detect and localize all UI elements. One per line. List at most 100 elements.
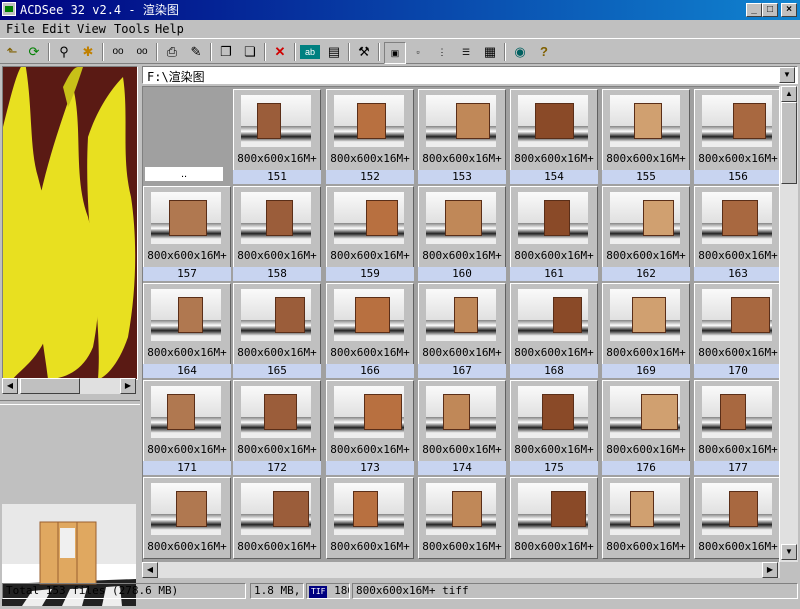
horizontal-scrollbar[interactable]: ◀ ▶: [142, 562, 780, 578]
thumbnail-frame[interactable]: 800x600x16M+: [326, 477, 414, 559]
thumbnail-item[interactable]: 800x600x16M+ 166: [326, 283, 414, 378]
close-button[interactable]: ×: [781, 3, 797, 17]
thumbnail-frame[interactable]: 800x600x16M+: [694, 186, 779, 268]
thumbnail-filename[interactable]: 154: [510, 170, 598, 184]
thumbnail-frame[interactable]: 800x600x16M+: [418, 380, 506, 462]
thumbnail-frame[interactable]: 800x600x16M+: [510, 380, 598, 462]
preview-hscroll-thumb[interactable]: [20, 378, 80, 394]
thumbnail-frame[interactable]: 800x600x16M+: [233, 89, 321, 171]
preview-hscroll-track[interactable]: [18, 378, 120, 394]
thumbnail-item[interactable]: 800x600x16M+ 165: [233, 283, 321, 378]
thumbnail-item[interactable]: 800x600x16M+ 176: [602, 380, 690, 475]
thumbnail-frame[interactable]: 800x600x16M+: [510, 89, 598, 171]
find-icon[interactable]: ⚲: [54, 42, 74, 62]
thumbnail-frame[interactable]: 800x600x16M+: [602, 186, 690, 268]
copy-icon[interactable]: ❐: [216, 42, 236, 62]
app-icon[interactable]: [2, 2, 16, 16]
thumbnail-item[interactable]: 800x600x16M+ 172: [233, 380, 321, 475]
refresh-icon[interactable]: ⟳: [24, 42, 44, 62]
thumbnail-filename[interactable]: 172: [233, 461, 321, 475]
list-view-icon[interactable]: ⋮: [432, 42, 452, 62]
title-bar[interactable]: ACDSee 32 v2.4 - 渲染图 _ □ ×: [0, 0, 800, 20]
thumbnail-frame[interactable]: 800x600x16M+: [602, 477, 690, 559]
details-view-icon[interactable]: ☰: [456, 42, 476, 62]
thumbnail-filename[interactable]: 157: [143, 267, 231, 281]
thumbnail-filename[interactable]: 163: [694, 267, 779, 281]
thumbnail-filename[interactable]: 153: [418, 170, 506, 184]
view-icon[interactable]: oo: [108, 42, 128, 62]
preview-scroll-right[interactable]: ▶: [120, 378, 136, 394]
thumbnail-item[interactable]: 800x600x16M+ 160: [418, 186, 506, 281]
thumbnail-frame[interactable]: 800x600x16M+: [326, 186, 414, 268]
print-icon[interactable]: ⎙: [162, 42, 182, 62]
thumbnail-item[interactable]: 800x600x16M+ 177: [694, 380, 779, 475]
thumbnail-frame[interactable]: 800x600x16M+: [143, 186, 231, 268]
thumbnail-frame[interactable]: 800x600x16M+: [418, 283, 506, 365]
paste-icon[interactable]: ❏: [240, 42, 260, 62]
thumbnail-frame[interactable]: 800x600x16M+: [143, 380, 231, 462]
path-dropdown-button[interactable]: ▼: [779, 67, 795, 83]
thumbnail-item[interactable]: 800x600x16M+: [143, 477, 231, 563]
thumbnail-filename[interactable]: 164: [143, 364, 231, 378]
tools-icon[interactable]: ⚒: [354, 42, 374, 62]
thumbnail-frame[interactable]: 800x600x16M+: [510, 477, 598, 559]
thumbnail-filename[interactable]: 169: [602, 364, 690, 378]
thumbnail-item[interactable]: 800x600x16M+ 174: [418, 380, 506, 475]
thumbnail-frame[interactable]: 800x600x16M+: [326, 89, 414, 171]
thumbnail-item[interactable]: 800x600x16M+: [418, 477, 506, 563]
thumbnail-filename[interactable]: 174: [418, 461, 506, 475]
thumbnail-filename[interactable]: 175: [510, 461, 598, 475]
thumbnail-item[interactable]: 800x600x16M+ 156: [694, 89, 779, 184]
thumbnail-frame[interactable]: 800x600x16M+: [143, 283, 231, 365]
thumbnail-filename[interactable]: 167: [418, 364, 506, 378]
vscroll-thumb[interactable]: [781, 102, 797, 184]
thumbnail-frame[interactable]: 800x600x16M+: [233, 380, 321, 462]
thumbnail-item[interactable]: 800x600x16M+: [233, 477, 321, 563]
thumbnail-item[interactable]: 800x600x16M+: [602, 477, 690, 563]
thumbnail-frame[interactable]: 800x600x16M+: [233, 477, 321, 559]
thumbnail-item[interactable]: 800x600x16M+ 173: [326, 380, 414, 475]
menu-view[interactable]: View: [77, 22, 106, 36]
panel-splitter[interactable]: [0, 400, 140, 405]
thumbnail-item[interactable]: 800x600x16M+ 154: [510, 89, 598, 184]
select-icon[interactable]: ✱: [78, 42, 98, 62]
thumbnail-frame[interactable]: 800x600x16M+: [694, 283, 779, 365]
rename-icon[interactable]: ab: [300, 45, 320, 59]
thumbnail-item[interactable]: 800x600x16M+ 164: [143, 283, 231, 378]
thumbnail-item[interactable]: 800x600x16M+ 171: [143, 380, 231, 475]
menu-file[interactable]: File: [6, 22, 35, 36]
thumbnail-item[interactable]: 800x600x16M+ 169: [602, 283, 690, 378]
thumbnail-frame[interactable]: 800x600x16M+: [326, 380, 414, 462]
thumbnail-filename[interactable]: 162: [602, 267, 690, 281]
thumbnail-filename[interactable]: 152: [326, 170, 414, 184]
path-bar[interactable]: F:\渲染图 ▼: [142, 66, 798, 84]
thumbnail-item[interactable]: 800x600x16M+ 151: [233, 89, 321, 184]
desktop-icon[interactable]: ◉: [510, 42, 530, 62]
thumbnail-item[interactable]: 800x600x16M+ 152: [326, 89, 414, 184]
thumbnail-filename[interactable]: 155: [602, 170, 690, 184]
compare-icon[interactable]: oo: [132, 42, 152, 62]
thumbnail-frame[interactable]: 800x600x16M+: [602, 283, 690, 365]
large-icon-view-icon[interactable]: ▫: [408, 42, 428, 62]
grid-view-icon[interactable]: ▦: [480, 42, 500, 62]
thumbnail-item[interactable]: 800x600x16M+: [326, 477, 414, 563]
thumbnail-item[interactable]: 800x600x16M+ 163: [694, 186, 779, 281]
thumbnail-filename[interactable]: 159: [326, 267, 414, 281]
thumbnail-filename[interactable]: 177: [694, 461, 779, 475]
menu-edit[interactable]: Edit: [42, 22, 71, 36]
thumbnail-filename[interactable]: 165: [233, 364, 321, 378]
thumbnail-item[interactable]: 800x600x16M+ 168: [510, 283, 598, 378]
thumbnail-frame[interactable]: 800x600x16M+: [418, 89, 506, 171]
thumbnail-frame[interactable]: 800x600x16M+: [418, 477, 506, 559]
menu-tools[interactable]: Tools: [114, 22, 150, 36]
thumbnail-filename[interactable]: 166: [326, 364, 414, 378]
minimize-button[interactable]: _: [746, 3, 762, 17]
maximize-button[interactable]: □: [762, 3, 778, 17]
thumbnail-grid[interactable]: .. 800x600x16M+ 151 800x600x16M+ 152 800x600…: [142, 86, 780, 564]
preview-scroll-left[interactable]: ◀: [2, 378, 18, 394]
vertical-scrollbar[interactable]: ▲ ▼: [780, 86, 798, 562]
thumbnail-filename[interactable]: 156: [694, 170, 779, 184]
properties-icon[interactable]: ▤: [324, 42, 344, 62]
thumbnail-frame[interactable]: 800x600x16M+: [694, 89, 779, 171]
thumbnail-filename[interactable]: 151: [233, 170, 321, 184]
